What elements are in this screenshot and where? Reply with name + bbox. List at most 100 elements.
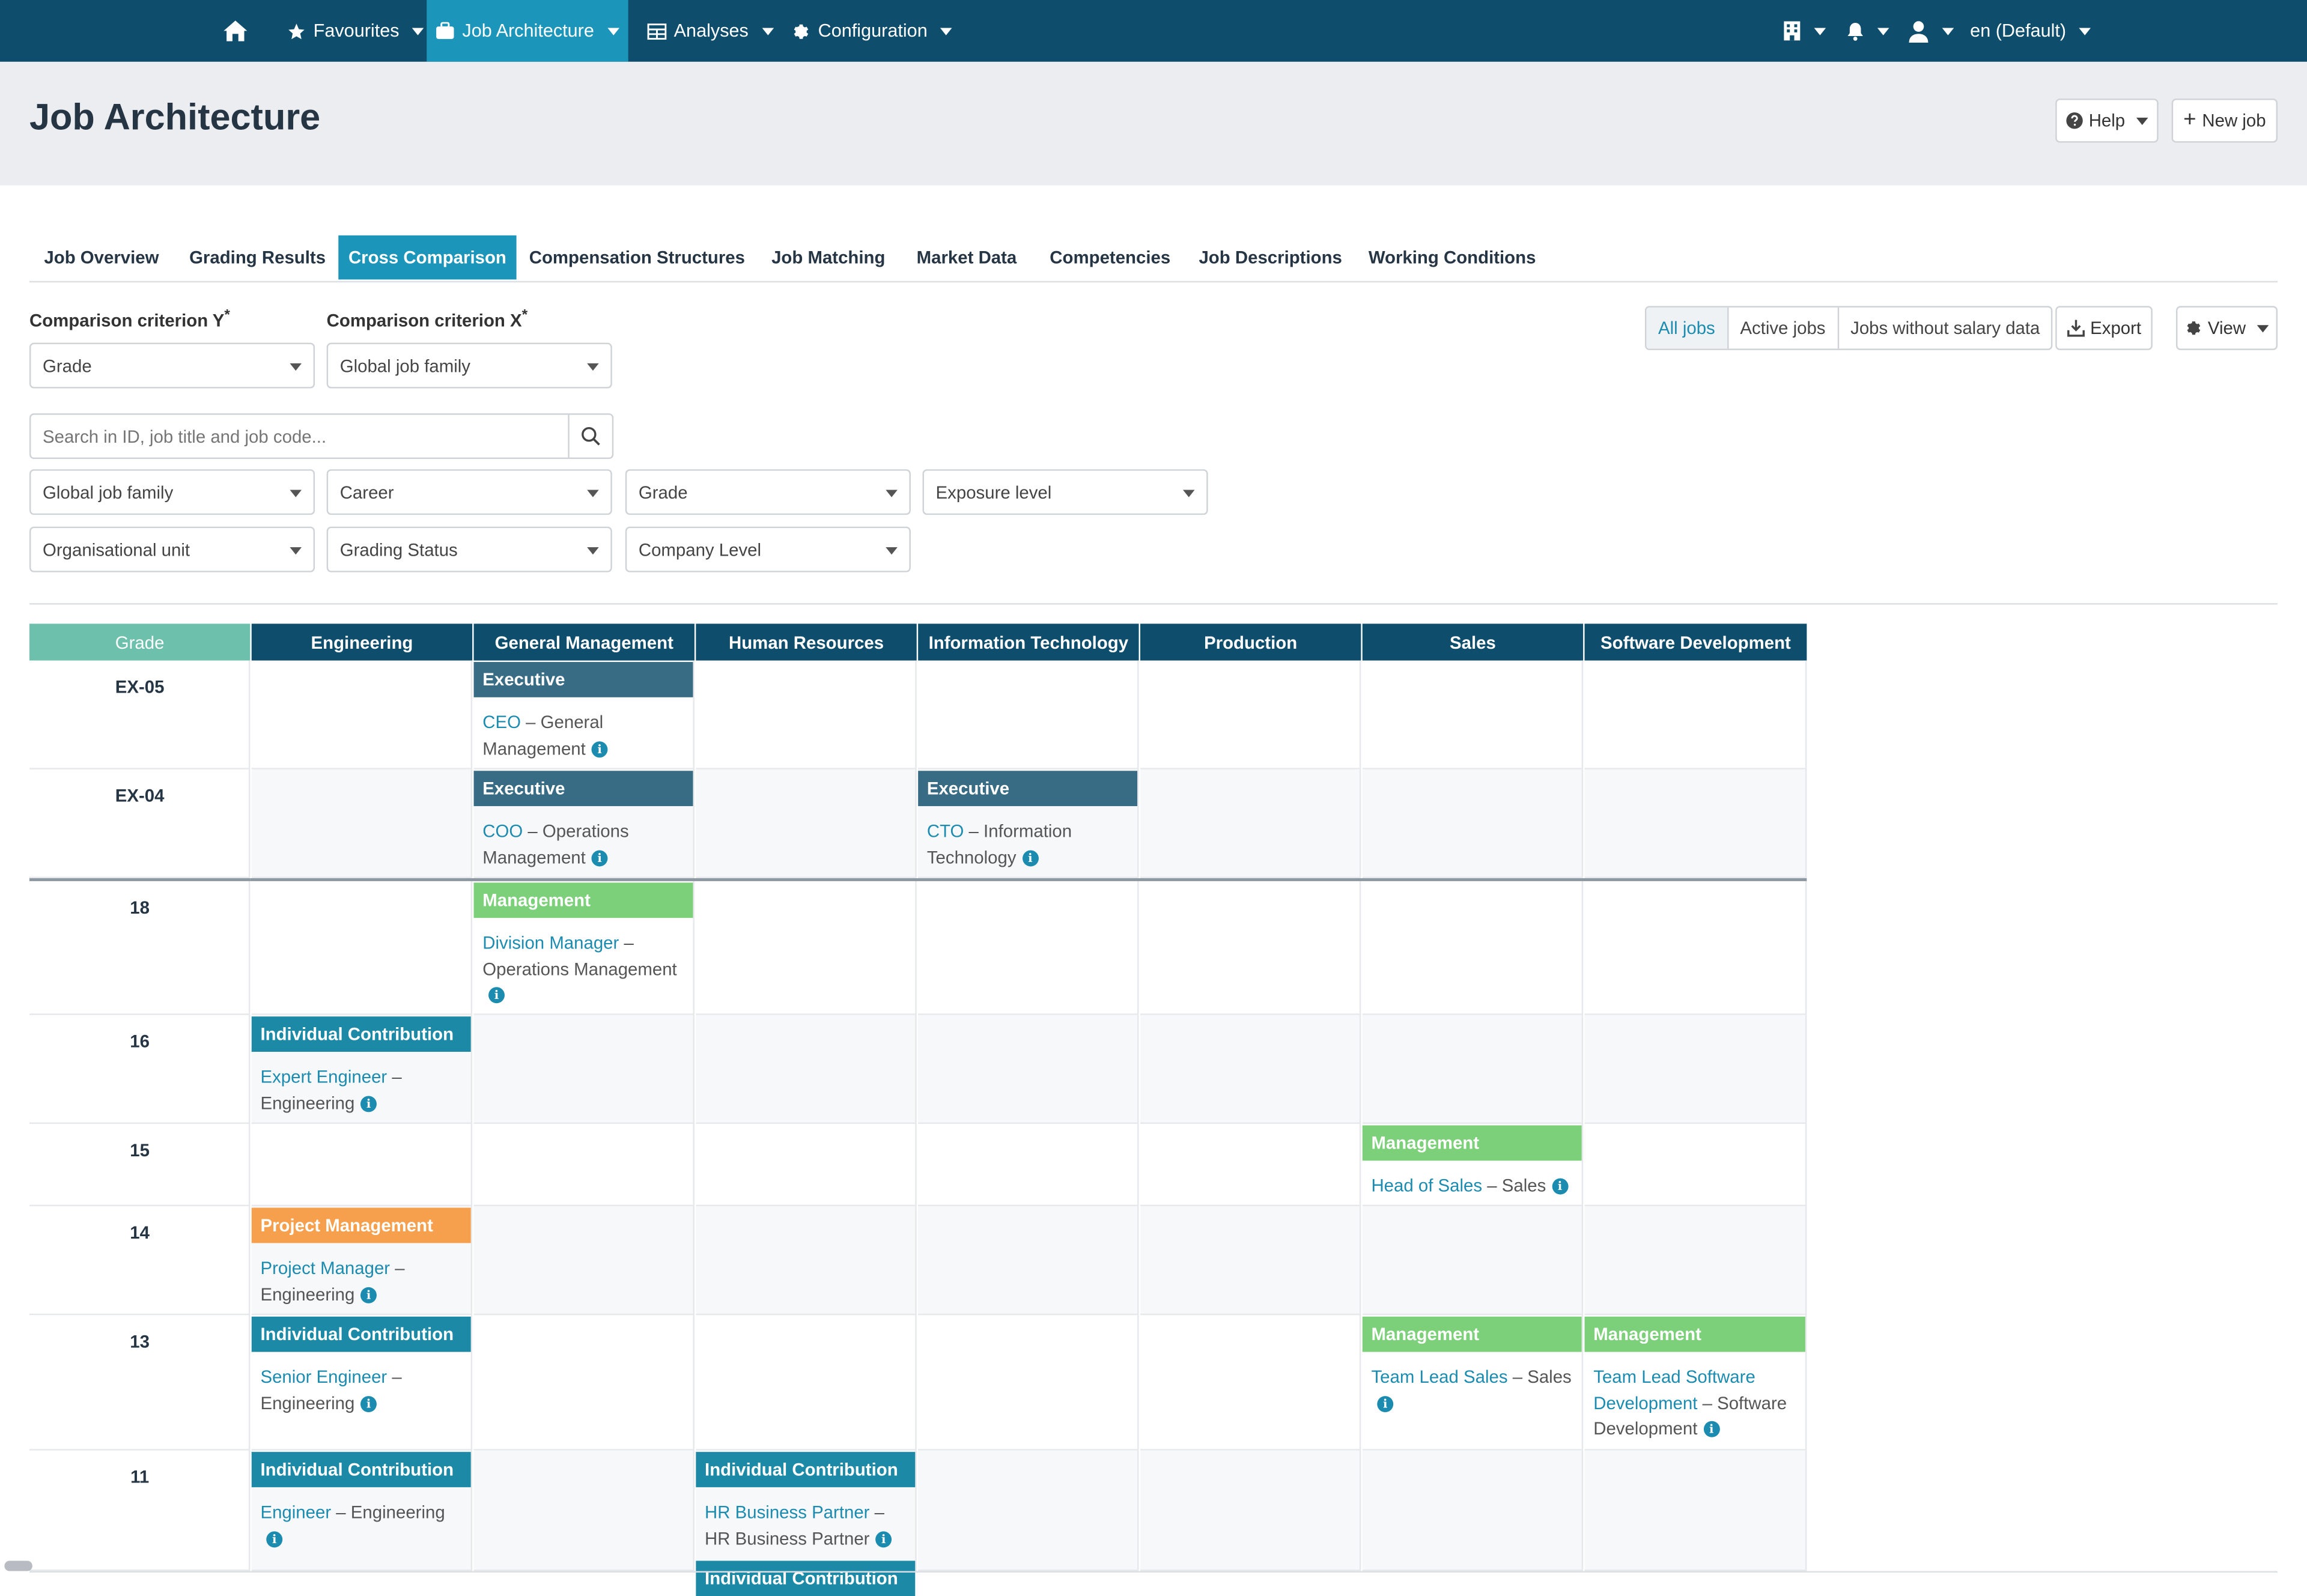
tab-job-descriptions[interactable]: Job Descriptions: [1186, 235, 1355, 279]
job-title-link[interactable]: Senior Engineer: [260, 1367, 387, 1387]
executive-separator: [250, 878, 1807, 881]
info-icon[interactable]: i: [1552, 1179, 1569, 1195]
tab-job-matching[interactable]: Job Matching: [758, 235, 899, 279]
favourites-menu[interactable]: Favourites: [287, 0, 425, 62]
analyses-label: Analyses: [673, 20, 749, 41]
new-job-button[interactable]: + New job: [2171, 99, 2278, 143]
info-icon[interactable]: i: [875, 1531, 892, 1547]
filter-exposure-level[interactable]: Exposure level: [922, 469, 1208, 515]
filter-grade[interactable]: Grade: [625, 469, 911, 515]
tab-job-overview[interactable]: Job Overview: [29, 235, 174, 279]
job-card: Management Team Lead Software Development…: [1584, 1316, 1805, 1443]
view-button[interactable]: View: [2176, 306, 2278, 350]
job-architecture-menu[interactable]: Job Architecture: [427, 0, 628, 62]
chevron-down-icon: [2079, 27, 2091, 35]
job-title-link[interactable]: Expert Engineer: [260, 1067, 387, 1087]
tab-working-conditions[interactable]: Working Conditions: [1355, 235, 1549, 279]
filter-global-job-family[interactable]: Global job family: [29, 469, 315, 515]
job-title-link[interactable]: Team Lead Sales: [1371, 1367, 1507, 1387]
criterion-x-select[interactable]: Global job family: [326, 342, 612, 389]
all-jobs-button[interactable]: All jobs: [1646, 307, 1728, 349]
job-title-link[interactable]: Division Manager: [482, 933, 619, 953]
criterion-y-label: Comparison criterion Y*: [29, 307, 230, 332]
matrix-cell: [251, 881, 473, 1015]
notifications-menu[interactable]: [1846, 0, 1889, 62]
matrix-cell: [918, 1450, 1139, 1571]
matrix-cell: [1362, 1015, 1584, 1124]
column-header: Human Resources: [696, 624, 917, 661]
job-card: Management Head of Sales – Sales i: [1362, 1125, 1582, 1200]
tab-grading-results[interactable]: Grading Results: [177, 235, 338, 279]
table-icon: [647, 22, 667, 39]
info-icon[interactable]: i: [591, 849, 608, 867]
job-title-link[interactable]: HR Business Partner: [705, 1502, 869, 1522]
job-title-link[interactable]: Engineer: [260, 1502, 331, 1522]
help-button[interactable]: Help: [2055, 99, 2159, 143]
filter-career[interactable]: Career: [326, 469, 612, 515]
career-band: Individual Contribution: [251, 1316, 471, 1352]
criterion-y-select[interactable]: Grade: [29, 342, 315, 389]
plus-icon: +: [2183, 107, 2196, 133]
info-icon[interactable]: i: [360, 1095, 377, 1112]
job-entry: Division Manager – Operations Management…: [474, 918, 693, 1009]
job-card: Executive CTO – Information Technology i: [918, 771, 1138, 871]
info-icon[interactable]: i: [1022, 849, 1039, 867]
job-entry: Team Lead Software Development – Softwar…: [1585, 1352, 1805, 1443]
job-card: Individual Contribution Senior Engineer –…: [251, 1316, 471, 1417]
search-button[interactable]: [568, 414, 612, 458]
tab-compensation-structures[interactable]: Compensation Structures: [517, 235, 758, 279]
job-entry: COO – Operations Management i: [474, 806, 693, 871]
info-icon[interactable]: i: [1703, 1421, 1720, 1438]
language-menu[interactable]: en (Default): [1970, 0, 2091, 62]
info-icon[interactable]: i: [360, 1395, 377, 1412]
help-label: Help: [2088, 110, 2126, 131]
matrix-cell: [1140, 1015, 1361, 1124]
horizontal-scrollbar[interactable]: [4, 1561, 32, 1571]
company-menu[interactable]: [1783, 0, 1826, 62]
info-icon[interactable]: i: [591, 741, 608, 757]
tab-competencies[interactable]: Competencies: [1035, 235, 1186, 279]
matrix-cell: [1140, 1450, 1361, 1571]
job-card: Individual Contribution Expert Engineer –…: [251, 1016, 471, 1117]
job-entry: HR Business Partner – HR Business Partne…: [696, 1487, 915, 1552]
job-title-link[interactable]: Project Manager: [260, 1258, 390, 1278]
matrix-cell: [1362, 660, 1584, 769]
info-icon[interactable]: i: [360, 1287, 377, 1303]
chevron-down-icon: [761, 27, 774, 35]
matrix-cell: [1584, 881, 1807, 1015]
job-title-link[interactable]: COO: [482, 821, 523, 842]
matrix-cell: [696, 1206, 917, 1315]
filter-organisational-unit[interactable]: Organisational unit: [29, 526, 315, 572]
user-menu[interactable]: [1908, 0, 1954, 62]
tab-bar: Job Overview Grading Results Cross Compa…: [29, 235, 2278, 283]
analyses-menu[interactable]: Analyses: [647, 0, 774, 62]
job-title-link[interactable]: CEO: [482, 712, 521, 732]
filter-company-level[interactable]: Company Level: [625, 526, 911, 572]
home-icon[interactable]: [220, 0, 250, 62]
info-icon[interactable]: i: [1377, 1395, 1394, 1412]
job-title-link[interactable]: CTO: [927, 821, 964, 842]
configuration-menu[interactable]: Configuration: [792, 0, 953, 62]
export-button[interactable]: Export: [2055, 306, 2153, 350]
search-icon: [581, 426, 600, 446]
info-icon[interactable]: i: [266, 1531, 283, 1547]
matrix-cell: [696, 769, 917, 879]
grade-column-header: Grade: [29, 624, 251, 661]
matrix-cell: [918, 1315, 1139, 1451]
job-family-text: – Engineering: [331, 1502, 445, 1523]
filter-grading-status[interactable]: Grading Status: [326, 526, 612, 572]
search-input[interactable]: [31, 414, 570, 458]
tab-market-data[interactable]: Market Data: [899, 235, 1034, 279]
info-icon[interactable]: i: [488, 987, 505, 1004]
jobs-without-salary-button[interactable]: Jobs without salary data: [1839, 308, 2052, 349]
job-card: Individual Contribution: [696, 1561, 916, 1596]
active-jobs-button[interactable]: Active jobs: [1728, 307, 1839, 349]
page-header: Job Architecture Help + New job: [0, 61, 2307, 186]
matrix-cell: [696, 660, 917, 769]
job-title-link[interactable]: Head of Sales: [1371, 1176, 1482, 1196]
column-header: Production: [1140, 624, 1361, 661]
career-band: Management: [1362, 1316, 1582, 1352]
tab-cross-comparison[interactable]: Cross Comparison: [338, 235, 517, 280]
matrix-cell: [1362, 769, 1584, 879]
matrix-cell: [1140, 1206, 1361, 1315]
